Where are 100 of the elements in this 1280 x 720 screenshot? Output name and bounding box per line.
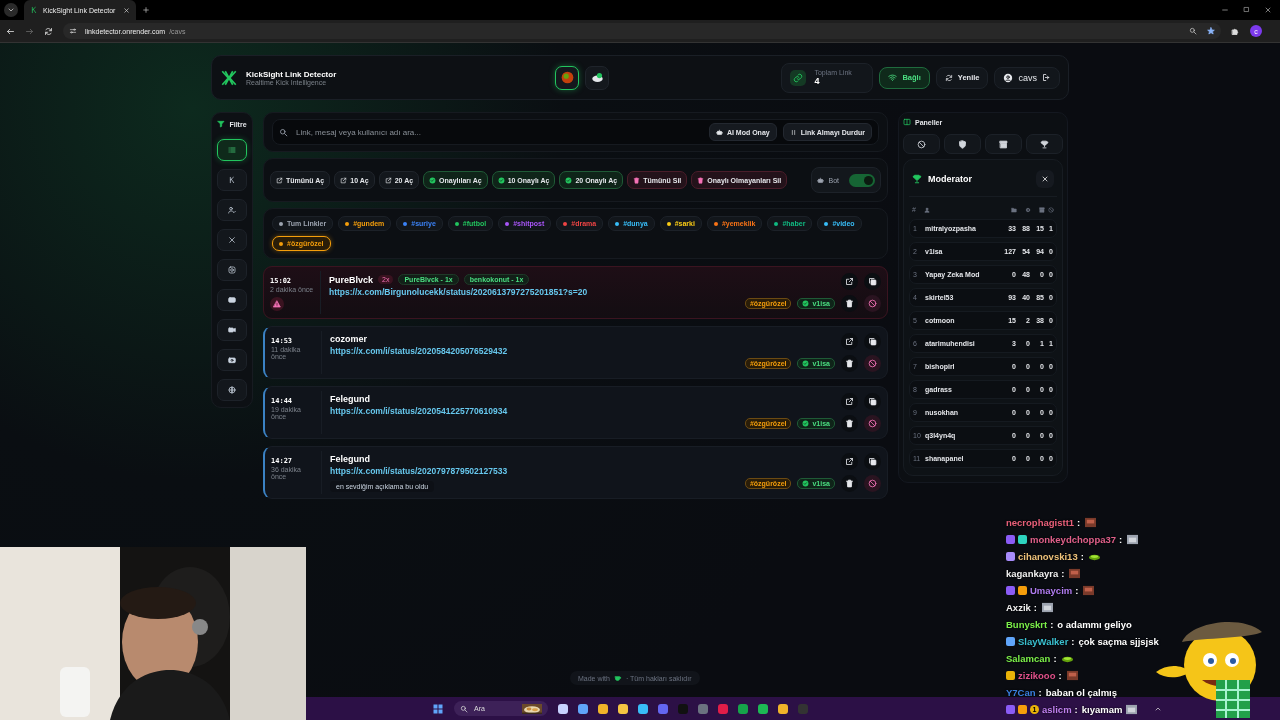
open-link-button[interactable] [841,453,858,470]
link-url[interactable]: https://x.com/Birgunolucekk/status/2020613797275201851?s=20 [329,287,745,297]
source-button[interactable] [555,65,579,90]
external-icon [384,176,392,184]
chat-username: SlayWalker [1018,635,1069,647]
arrow-right-icon [25,26,34,36]
ban-icon [868,299,877,308]
user-button[interactable]: cavs [994,66,1060,89]
chat-username: Bunyskrt [1006,618,1048,630]
ban-icon [1048,206,1054,213]
copy-button[interactable] [864,333,881,350]
app-icon[interactable] [778,703,788,714]
ban-button[interactable] [864,415,881,432]
app-icon[interactable] [618,703,628,714]
chat-separator: : [1050,618,1054,630]
gear-icon [1025,206,1031,213]
delete-button[interactable] [841,415,858,432]
link-url[interactable]: https://x.com/i/status/2020584205076529432 [330,346,745,356]
chat-separator: : [1061,567,1065,579]
app-icon[interactable] [578,703,588,714]
start-button[interactable] [432,702,444,715]
app-icon[interactable] [738,703,748,714]
copy-button[interactable] [864,393,881,410]
reload-button[interactable] [44,26,53,36]
back-button[interactable] [6,26,15,36]
app-icon[interactable] [558,703,568,714]
new-tab-button[interactable] [142,6,150,14]
close-tab-button[interactable] [123,6,130,14]
copy-icon [868,457,877,466]
panel-button[interactable] [903,134,940,154]
link-username: PureBlvck [329,274,374,285]
chat-separator: : [1033,601,1037,613]
k-icon [30,6,38,14]
columns-icon [903,118,911,126]
panel-button[interactable] [985,134,1022,154]
copy-icon [868,337,877,346]
trash-icon [845,359,854,368]
user-icon [924,206,930,213]
ban-button[interactable] [864,295,881,312]
app-icon[interactable] [598,703,608,714]
chat-username: monkeydchoppa37 [1030,533,1117,545]
copy-icon [868,397,877,406]
chat-message: o adammı geliyo [1057,618,1132,630]
chat-username: Axzik [1006,601,1031,613]
link-url[interactable]: https://x.com/i/status/2020541225770610934 [330,406,745,416]
globe-icon [228,386,236,394]
refresh-icon [944,73,953,82]
copy-button[interactable] [864,453,881,470]
app-icon[interactable] [758,703,768,714]
open-link-button[interactable] [841,393,858,410]
ban-button[interactable] [864,355,881,372]
ban-button[interactable] [864,475,881,492]
filter-button[interactable] [217,349,247,371]
external-icon [340,176,348,184]
cloud-icon [590,71,604,84]
refresh-icon [44,26,53,36]
chevron-down-icon [7,6,15,14]
chat-username: Umaycim [1030,584,1073,596]
open-link-button[interactable] [841,333,858,350]
chat-separator: : [1053,652,1057,664]
instagram-icon [228,266,236,274]
copy-button[interactable] [864,273,881,290]
check-circle-icon [429,176,437,184]
filter-button[interactable] [217,289,247,311]
delete-button[interactable] [841,295,858,312]
youtube-icon [228,296,236,304]
list-icon [228,146,236,154]
tune-icon [69,27,77,35]
archive-icon [999,139,1008,149]
camera-icon [228,356,236,364]
wifi-icon [888,73,898,82]
filter-button[interactable] [217,139,247,161]
chat-separator: : [1119,533,1123,545]
chat-separator: : [1038,686,1042,698]
open-link-button[interactable] [841,273,858,290]
filter-button[interactable] [217,379,247,401]
windows-icon [432,702,444,715]
panel-button[interactable] [944,134,981,154]
app-icon[interactable] [638,703,648,714]
folder-icon [1011,206,1017,213]
external-icon [845,277,854,286]
delete-button[interactable] [841,355,858,372]
close-window-button[interactable] [1264,6,1272,14]
check-circle-icon [565,176,573,184]
maximize-button[interactable] [1243,6,1250,14]
link-url[interactable]: https://x.com/i/status/2020797879502127533 [330,466,745,476]
ban-icon [868,359,877,368]
trash-icon [845,479,854,488]
external-icon [845,337,854,346]
warning-icon [273,300,281,308]
link-username: Felegund [330,454,370,464]
tab-list-button[interactable] [4,3,18,17]
search-icon [460,704,468,713]
filter-button[interactable] [217,319,247,341]
bot-toggle[interactable] [849,173,875,187]
logout-icon [1042,73,1051,82]
delete-button[interactable] [841,475,858,492]
panel-button[interactable] [1026,134,1063,154]
source-button[interactable] [585,65,609,90]
close-button[interactable] [1036,170,1054,188]
